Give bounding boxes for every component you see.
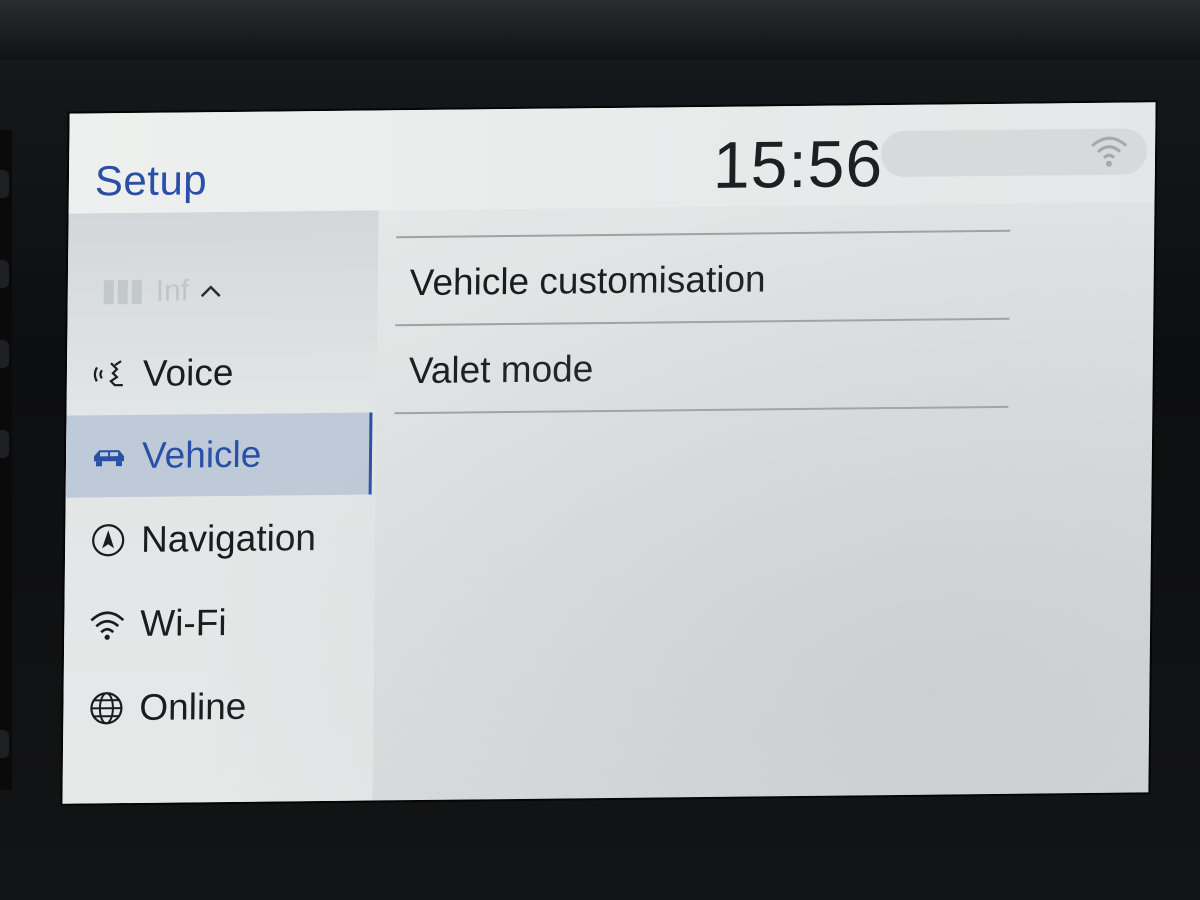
sidebar-item-label: Wi-Fi [140,602,227,644]
sidebar-item-label: Vehicle [141,433,262,476]
info-icon [103,279,142,305]
compass-icon [89,521,127,559]
voice-icon [91,355,129,393]
infotainment-screen: Setup 15:56 Inf Voice Vehicle Navigation… [62,102,1156,804]
list-item-label: Valet mode [408,348,594,392]
sidebar-item-vehicle[interactable]: Vehicle [65,412,373,498]
sidebar-item-navigation[interactable]: Navigation [65,496,372,581]
bezel-button[interactable] [0,340,9,368]
header-bar: Setup 15:56 [68,102,1156,214]
sidebar-item-label: Navigation [140,517,317,560]
sidebar-item-label: Voice [142,351,234,394]
page-title: Setup [94,156,208,205]
bezel-top-edge [0,0,1200,60]
sidebar-item-voice[interactable]: Voice [66,330,373,415]
wifi-status-icon [1091,136,1128,167]
car-icon [90,437,128,475]
bezel-knob[interactable] [0,730,9,758]
bezel-button[interactable] [0,170,9,198]
bezel-side-buttons [0,130,12,790]
sidebar-item-label: Online [139,685,247,728]
clock: 15:56 [712,126,884,202]
sidebar-item-online[interactable]: Online [63,665,370,750]
bezel-button[interactable] [0,430,9,458]
wifi-icon [88,605,126,643]
list-item-valet-mode[interactable]: Valet mode [394,322,1009,414]
sidebar-item-info[interactable]: Inf [67,248,374,333]
list-item-vehicle-customisation[interactable]: Vehicle customisation [395,234,1010,326]
globe-icon [87,689,125,727]
chevron-up-icon[interactable] [199,279,223,303]
list-item-label: Vehicle customisation [409,258,766,304]
bezel-button[interactable] [0,260,9,288]
sidebar-item-label: Inf [155,274,190,308]
settings-list: Vehicle customisation Valet mode [372,202,1154,800]
active-indicator [368,412,373,495]
sidebar: Inf Voice Vehicle Navigation Wi-Fi Onlin… [62,210,379,804]
sidebar-item-wifi[interactable]: Wi-Fi [64,581,371,666]
